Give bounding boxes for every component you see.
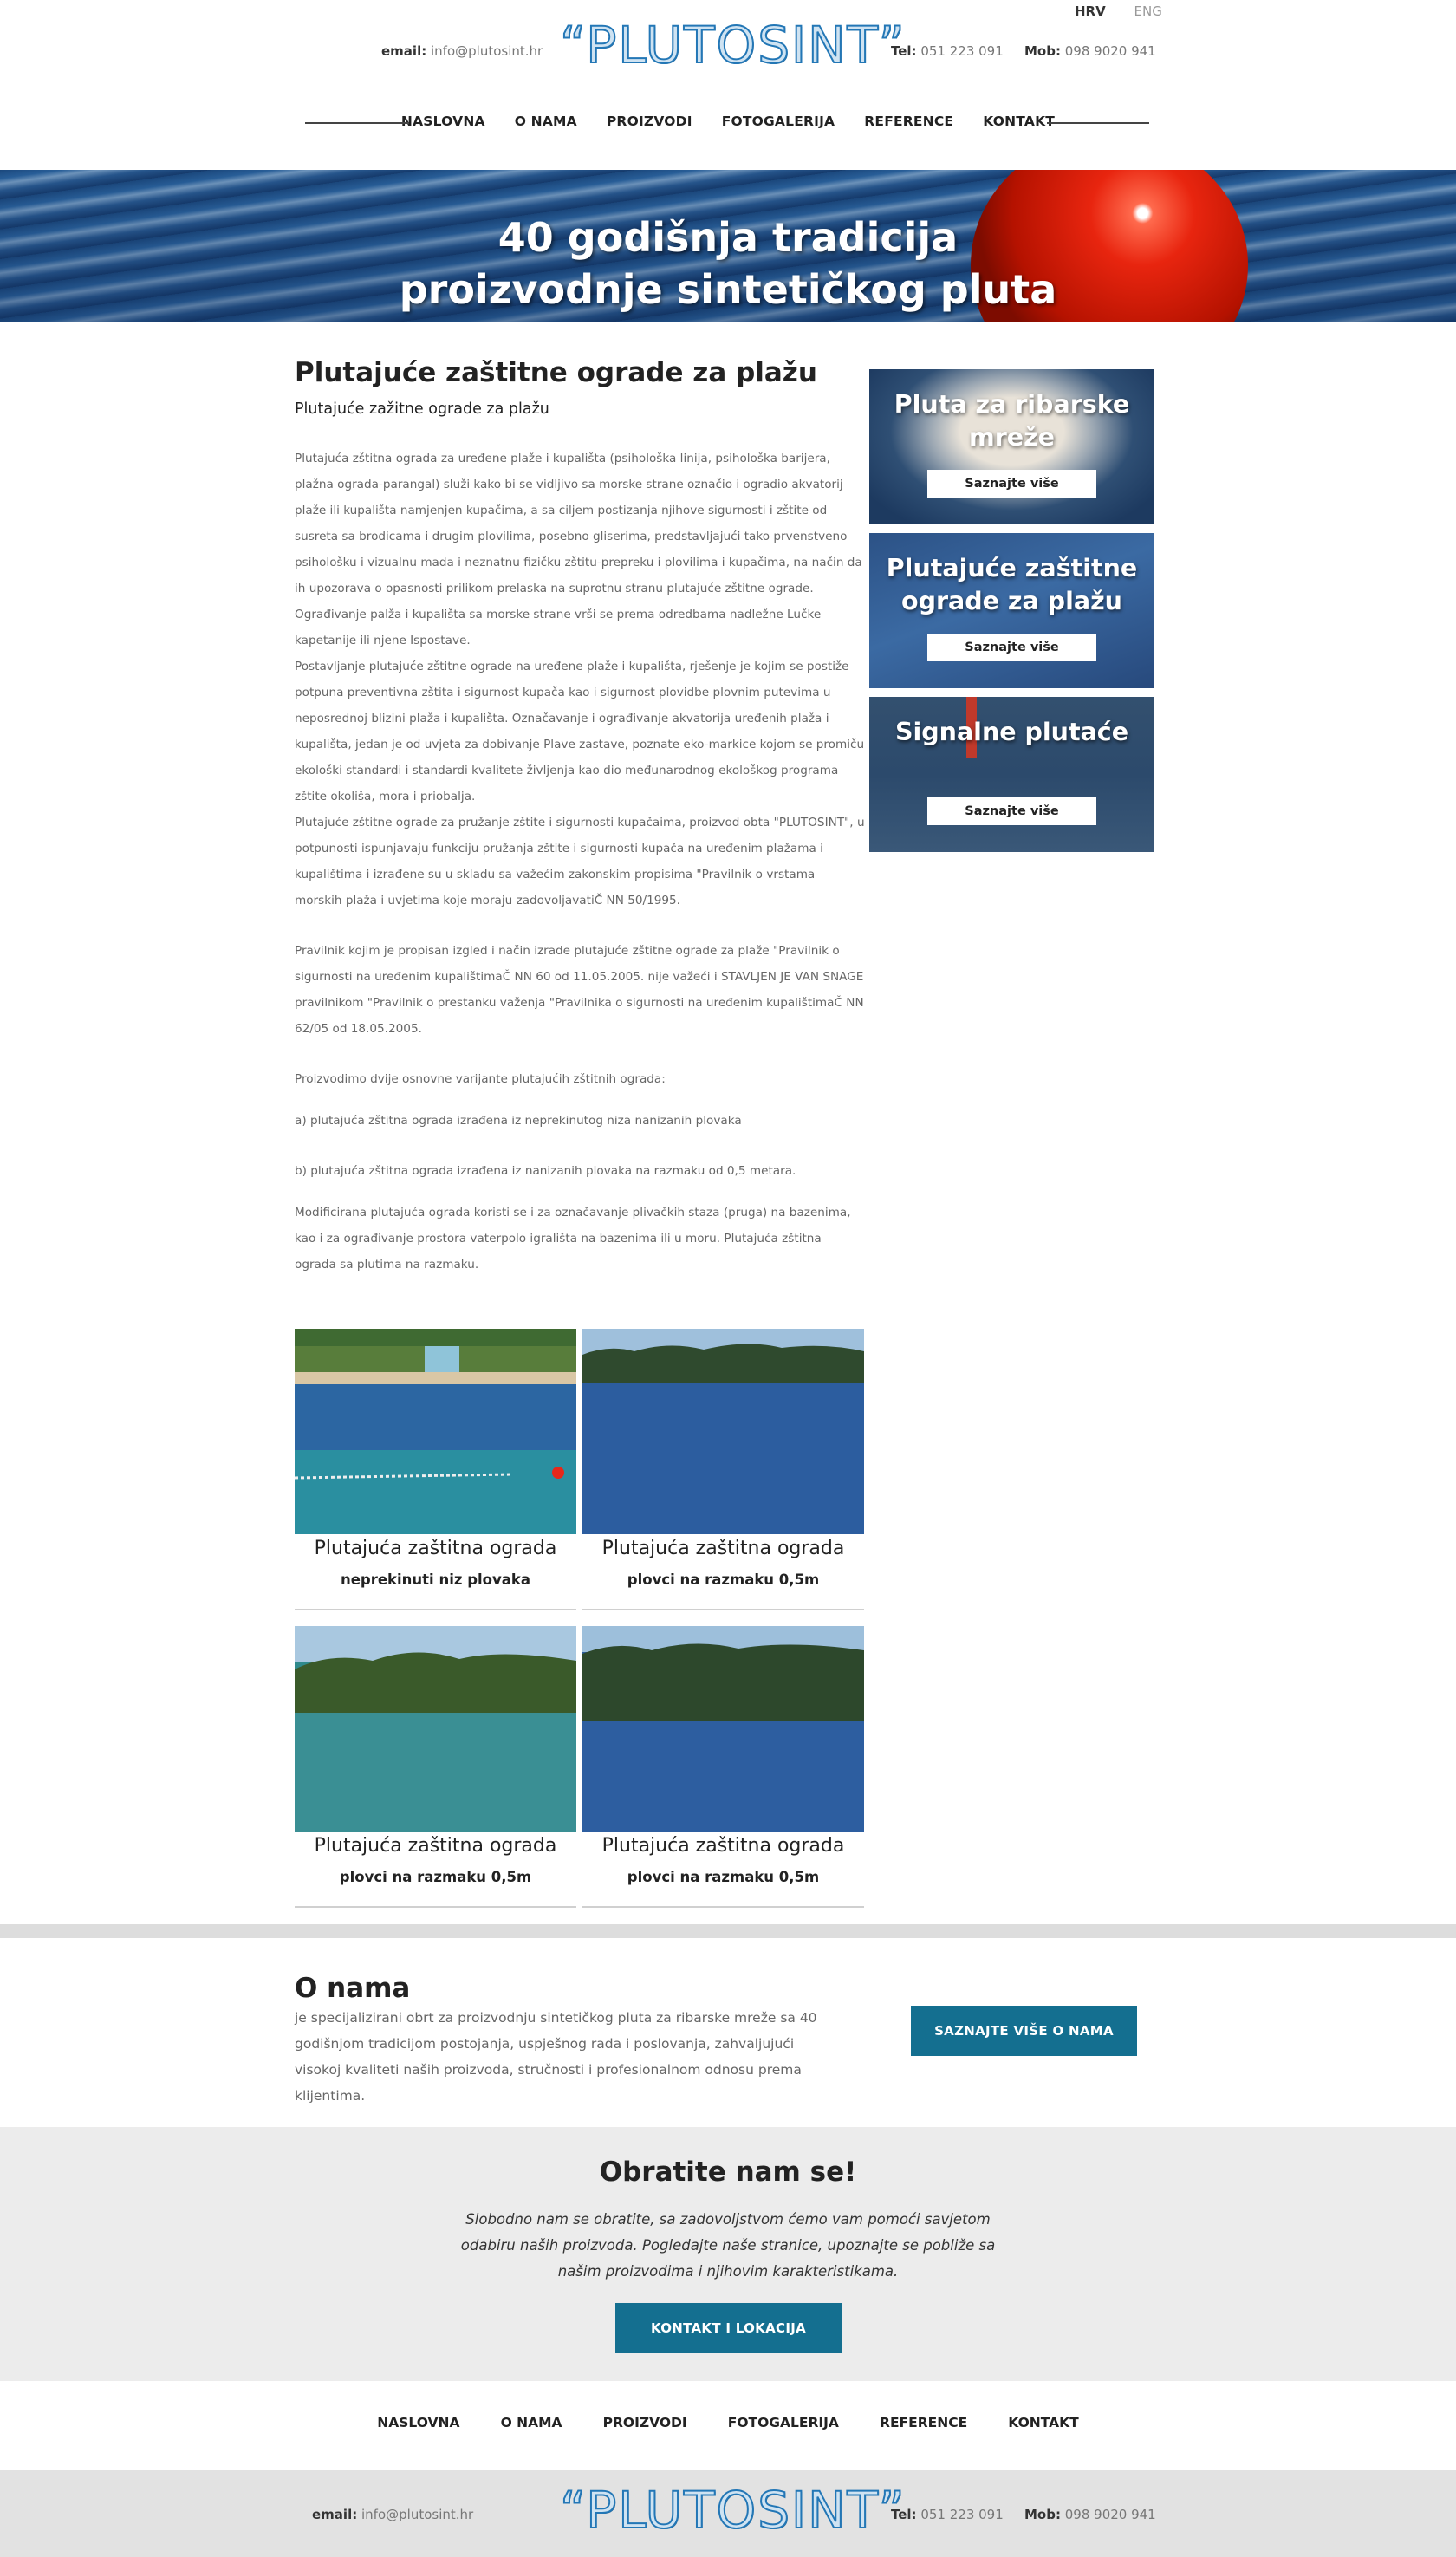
footer-tel: Tel: 051 223 091 xyxy=(891,2507,1004,2522)
about-title: O nama xyxy=(295,1973,411,2004)
nav-item-naslovna[interactable]: NASLOVNA xyxy=(387,114,500,129)
contact-text: Slobodno nam se obratite, sa zadovoljstv… xyxy=(460,2211,996,2280)
page-subtitle: Plutajuće zažitne ograde za plažu xyxy=(295,400,549,418)
gallery-caption: Plutajuća zaštitna ograda xyxy=(601,1538,845,1559)
language-switcher: HRV ENG xyxy=(1075,3,1186,19)
gallery-caption: Plutajuća zaštitna ograda xyxy=(314,1835,557,1857)
gallery-card[interactable]: Plutajuća zaštitna ograda plovci na razm… xyxy=(582,1329,864,1610)
email-label: email: xyxy=(381,43,427,59)
sidebar-card-title: Pluta za ribarske mreže xyxy=(894,390,1130,452)
footer-nav-item-o-nama[interactable]: O NAMA xyxy=(483,2415,581,2430)
footer-mob-value: 098 9020 941 xyxy=(1064,2507,1156,2522)
email-value[interactable]: info@plutosint.hr xyxy=(431,43,543,59)
footer-email[interactable]: email: info@plutosint.hr xyxy=(312,2507,473,2522)
header-mob: Mob: 098 9020 941 xyxy=(1024,43,1156,59)
gallery-divider xyxy=(582,1609,864,1610)
footer: email: info@plutosint.hr “PLUTOSINT” Tel… xyxy=(0,2470,1456,2557)
main-nav: NASLOVNA O NAMA PROIZVODI FOTOGALERIJA R… xyxy=(0,113,1456,129)
gallery-photo-coast[interactable] xyxy=(295,1626,576,1832)
footer-tel-label: Tel: xyxy=(891,2507,917,2522)
footer-nav-item-naslovna[interactable]: NASLOVNA xyxy=(359,2415,478,2430)
nav-item-reference[interactable]: REFERENCE xyxy=(849,114,968,129)
nav-divider-right xyxy=(1047,122,1149,124)
gallery-subcaption: neprekinuti niz plovaka xyxy=(340,1571,531,1588)
paragraph: Pravilnik kojim je propisan izgled i nač… xyxy=(295,944,864,1036)
about-more-button[interactable]: SAZNAJTE VIŠE O NAMA xyxy=(911,2006,1137,2056)
gallery-photo-sea[interactable] xyxy=(582,1329,864,1534)
footer-nav-item-kontakt[interactable]: KONTAKT xyxy=(990,2415,1096,2430)
nav-item-proizvodi[interactable]: PROIZVODI xyxy=(592,114,707,129)
footer-nav-item-proizvodi[interactable]: PROIZVODI xyxy=(585,2415,705,2430)
gallery-photo-sea[interactable] xyxy=(582,1626,864,1832)
sidebar-card-fishing-floats[interactable]: Pluta za ribarske mreže Saznajte više xyxy=(869,369,1154,524)
hero-title-line1: 40 godišnja tradicija xyxy=(497,214,959,261)
sidebar-card-signal-buoys[interactable]: Signalne plutaće Saznajte više xyxy=(869,697,1154,852)
tel-value: 051 223 091 xyxy=(920,43,1004,59)
paragraph: b) plutajuća zštitna ograda izrađena iz … xyxy=(295,1164,796,1178)
gallery-card[interactable]: Plutajuća zaštitna ograda neprekinuti ni… xyxy=(295,1329,576,1610)
gallery-card[interactable]: Plutajuća zaštitna ograda plovci na razm… xyxy=(582,1626,864,1908)
nav-item-kontakt[interactable]: KONTAKT xyxy=(968,114,1069,129)
page-title: Plutajuće zaštitne ograde za plažu xyxy=(295,357,817,388)
contact-title: Obratite nam se! xyxy=(599,2157,857,2188)
logo[interactable]: “PLUTOSINT” xyxy=(559,15,907,75)
mob-value: 098 9020 941 xyxy=(1064,43,1156,59)
footer-nav: NASLOVNA O NAMA PROIZVODI FOTOGALERIJA R… xyxy=(0,2414,1456,2430)
gallery-caption: Plutajuća zaštitna ograda xyxy=(314,1538,557,1559)
contact-section: Obratite nam se! Slobodno nam se obratit… xyxy=(0,2127,1456,2381)
section-divider xyxy=(0,1924,1456,1938)
gallery-card[interactable]: Plutajuća zaštitna ograda plovci na razm… xyxy=(295,1626,576,1908)
paragraph: a) plutajuća zštitna ograda izrađena iz … xyxy=(295,1114,742,1128)
gallery-caption: Plutajuća zaštitna ograda xyxy=(601,1835,845,1857)
footer-logo[interactable]: “PLUTOSINT” xyxy=(559,2480,907,2541)
hero-title-line2: proizvodnje sintetičkog pluta xyxy=(399,266,1057,313)
about-text: je specijalizirani obrt za proizvodnju s… xyxy=(295,2010,817,2104)
sidebar-card-beach-fences[interactable]: Plutajuće zaštitne ograde za plažu Sazna… xyxy=(869,533,1154,688)
paragraph: Postavljanje plutajuće zštitne ograde na… xyxy=(295,660,865,804)
gallery-divider xyxy=(295,1906,576,1908)
footer-nav-item-reference[interactable]: REFERENCE xyxy=(861,2415,985,2430)
mob-label: Mob: xyxy=(1024,43,1061,59)
sidebar-card-title: Signalne plutaće xyxy=(894,718,1129,746)
footer-email-value[interactable]: info@plutosint.hr xyxy=(361,2507,473,2522)
nav-item-o-nama[interactable]: O NAMA xyxy=(500,114,592,129)
gallery-subcaption: plovci na razmaku 0,5m xyxy=(627,1869,820,1885)
hero-banner: 40 godišnja tradicija proizvodnje sintet… xyxy=(0,170,1456,322)
header-tel: Tel: 051 223 091 xyxy=(891,43,1004,59)
paragraph: Plutajuća zštitna ograda za uređene plaž… xyxy=(295,452,862,647)
lang-eng-link[interactable]: ENG xyxy=(1134,3,1162,19)
paragraph: Modificirana plutajuća ograda koristi se… xyxy=(295,1206,851,1272)
paragraph: Proizvodimo dvije osnovne varijante plut… xyxy=(295,1072,666,1086)
contact-location-button[interactable]: KONTAKT I LOKACIJA xyxy=(615,2303,842,2353)
footer-tel-value: 051 223 091 xyxy=(920,2507,1004,2522)
sidebar-card-title: Plutajuće zaštitne ograde za plažu xyxy=(886,554,1138,615)
gallery-divider xyxy=(295,1609,576,1610)
gallery-subcaption: plovci na razmaku 0,5m xyxy=(339,1869,532,1885)
nav-item-fotogalerija[interactable]: FOTOGALERIJA xyxy=(707,114,850,129)
footer-nav-item-fotogalerija[interactable]: FOTOGALERIJA xyxy=(710,2415,857,2430)
learn-more-button[interactable]: Saznajte više xyxy=(927,797,1096,825)
main-content: Plutajuće zaštitne ograde za plažu Pluta… xyxy=(295,357,865,1278)
learn-more-button[interactable]: Saznajte više xyxy=(927,470,1096,498)
gallery-photo-beach[interactable] xyxy=(295,1329,576,1534)
footer-mob: Mob: 098 9020 941 xyxy=(1024,2507,1156,2522)
gallery-divider xyxy=(582,1906,864,1908)
gallery-subcaption: plovci na razmaku 0,5m xyxy=(627,1571,820,1588)
hero-title: 40 godišnja tradicija proizvodnje sintet… xyxy=(0,211,1456,316)
paragraph: Plutajuće zštitne ograde za pružanje zšt… xyxy=(295,816,865,908)
tel-label: Tel: xyxy=(891,43,917,59)
header-email[interactable]: email: info@plutosint.hr xyxy=(381,43,543,59)
footer-mob-label: Mob: xyxy=(1024,2507,1061,2522)
nav-divider-left xyxy=(305,122,409,124)
footer-email-label: email: xyxy=(312,2507,358,2522)
lang-hrv-link[interactable]: HRV xyxy=(1075,3,1106,19)
learn-more-button[interactable]: Saznajte više xyxy=(927,634,1096,661)
